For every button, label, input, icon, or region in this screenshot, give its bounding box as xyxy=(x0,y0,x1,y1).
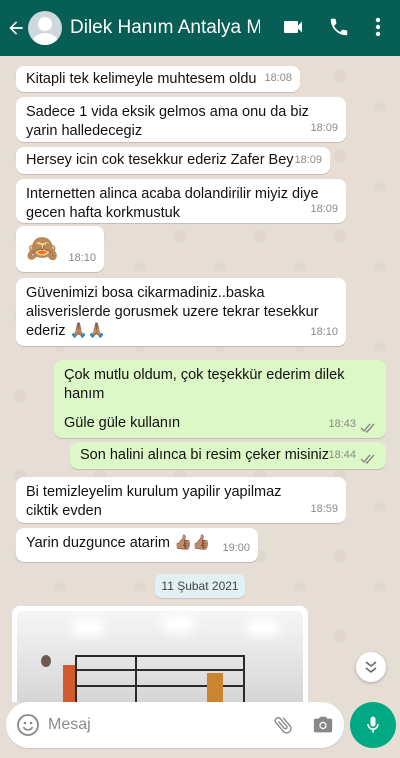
phone-icon[interactable] xyxy=(328,14,350,40)
message-text: Hersey icin cok tesekkur ederiz Zafer Be… xyxy=(26,152,294,168)
incoming-message[interactable]: Sadece 1 vida eksik gelmos ama onu da bi… xyxy=(16,97,346,142)
message-input[interactable]: Mesaj xyxy=(48,716,91,734)
message-time: 18:10 xyxy=(310,326,338,338)
double-chevron-down-icon xyxy=(365,661,377,674)
outgoing-message[interactable]: Son halini alınca bi resim çeker misiniz… xyxy=(70,442,386,469)
more-vert-icon[interactable] xyxy=(370,14,386,40)
message-time: 18:43 xyxy=(328,418,356,430)
incoming-message[interactable]: 🙈 18:10 xyxy=(16,226,104,272)
message-time: 18:09 xyxy=(294,154,322,166)
avatar[interactable] xyxy=(28,11,62,45)
back-button[interactable] xyxy=(2,0,30,56)
incoming-message[interactable]: Internetten alinca acaba dolandirilir mi… xyxy=(16,179,346,223)
message-time: 19:00 xyxy=(222,542,250,554)
see-no-evil-monkey-emoji: 🙈 xyxy=(26,233,59,263)
incoming-message[interactable]: Bi temizleyelim kurulum yapilir yapilmaz… xyxy=(16,477,346,523)
message-text: Güvenimizi bosa cikarmadiniz..baska alis… xyxy=(26,285,319,339)
message-text: Son halini alınca bi resim çeker misiniz xyxy=(80,447,330,463)
microphone-icon xyxy=(367,716,379,733)
scroll-to-bottom-button[interactable] xyxy=(356,652,386,682)
message-time: 18:08 xyxy=(264,72,292,84)
emoji-icon[interactable] xyxy=(16,713,40,737)
date-separator: 11 Şubat 2021 xyxy=(155,574,245,598)
message-text: Çok mutlu oldum, çok teşekkür ederim dil… xyxy=(64,367,345,402)
message-time: 18:09 xyxy=(310,203,338,215)
message-time: 18:44 xyxy=(328,449,356,461)
message-text: Bi temizleyelim kurulum yapilir yapilmaz… xyxy=(26,484,282,519)
outgoing-message[interactable]: Çok mutlu oldum, çok teşekkür ederim dil… xyxy=(54,360,386,438)
chat-area[interactable]: Kitapli tek kelimeyle muhtesem oldu 18:0… xyxy=(0,56,400,702)
incoming-message[interactable]: Hersey icin cok tesekkur ederiz Zafer Be… xyxy=(16,147,330,174)
message-text: Yarin duzgunce atarim 👍🏽👍🏽 xyxy=(26,535,211,551)
message-time: 18:09 xyxy=(310,122,338,134)
camera-icon[interactable] xyxy=(312,714,334,736)
message-text: Kitapli tek kelimeyle muhtesem oldu xyxy=(26,71,257,87)
back-arrow-icon xyxy=(9,21,23,35)
video-call-icon[interactable] xyxy=(281,14,305,40)
attach-icon[interactable] xyxy=(272,714,294,736)
message-text: Sadece 1 vida eksik gelmos ama onu da bi… xyxy=(26,104,309,139)
chat-header: Dilek Hanım Antalya M... xyxy=(0,0,400,56)
voice-record-button[interactable] xyxy=(350,702,396,748)
incoming-message[interactable]: Kitapli tek kelimeyle muhtesem oldu 18:0… xyxy=(16,66,300,92)
double-check-icon xyxy=(360,423,375,433)
incoming-message[interactable]: Yarin duzgunce atarim 👍🏽👍🏽 19:00 xyxy=(16,528,258,562)
contact-name[interactable]: Dilek Hanım Antalya M... xyxy=(70,17,260,39)
incoming-message[interactable]: Güvenimizi bosa cikarmadiniz..baska alis… xyxy=(16,278,346,346)
message-input-bar[interactable]: Mesaj xyxy=(6,702,344,748)
double-check-icon xyxy=(360,454,375,464)
message-time: 18:10 xyxy=(68,252,96,264)
shelf-photo[interactable] xyxy=(17,611,303,702)
message-time: 18:59 xyxy=(310,503,338,515)
message-text: Internetten alinca acaba dolandirilir mi… xyxy=(26,186,319,221)
incoming-image-message[interactable] xyxy=(12,606,308,702)
